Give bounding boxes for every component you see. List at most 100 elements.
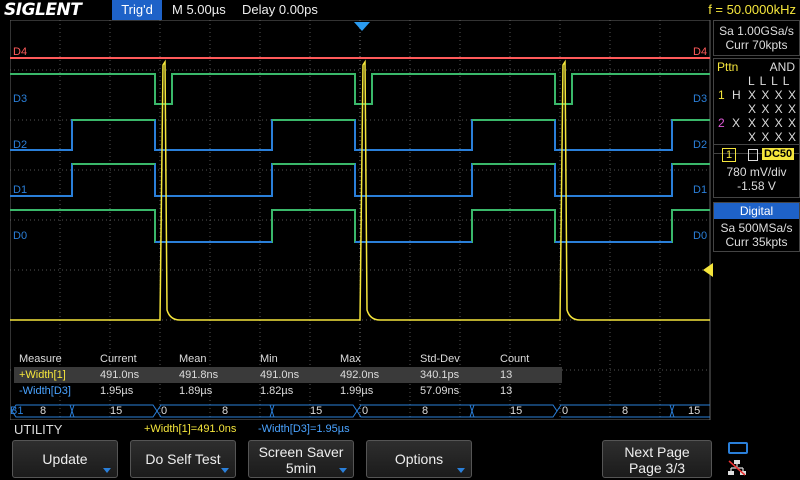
- next-page-label: Next Page: [624, 444, 690, 460]
- trigger-level-marker: [703, 263, 713, 277]
- d2-label-right: D2: [693, 139, 708, 151]
- d4-label-left: D4: [13, 46, 28, 58]
- measure-max: 1.99µs: [340, 385, 374, 397]
- trigger-pattern-panel[interactable]: Pttn AND L L L L 1 H X X X X X X X X 2 X…: [713, 58, 800, 154]
- pattern-row: X X X X: [748, 102, 798, 116]
- top-status-bar: SIGLENT Trig'd M 5.00µs Delay 0.00ps f =…: [0, 0, 800, 20]
- trigger-status[interactable]: Trig'd: [112, 0, 162, 20]
- digital-title: Digital: [714, 203, 799, 219]
- chevron-down-icon: [339, 468, 347, 473]
- d1-label-right: D1: [693, 184, 708, 196]
- table-row[interactable]: +Width[1] 491.0ns 491.8ns 491.0ns 492.0n…: [14, 367, 562, 383]
- bus-value: 15: [510, 405, 523, 417]
- update-label: Update: [42, 451, 88, 467]
- delay-readout[interactable]: Delay 0.00ps: [242, 0, 318, 20]
- bus-value: 8: [422, 405, 429, 417]
- pattern-row: L L L L: [748, 74, 791, 88]
- d4-label-right: D4: [693, 46, 708, 58]
- bus-value: 8: [40, 405, 47, 417]
- page-indicator: Page 3/3: [628, 460, 686, 476]
- chevron-down-icon: [103, 468, 111, 473]
- timebase-readout[interactable]: M 5.00µs: [172, 0, 226, 20]
- screen-saver-button[interactable]: Screen Saver 5min: [248, 440, 354, 478]
- d3-label-right: D3: [693, 93, 708, 105]
- acquisition-info[interactable]: Sa 1.00GSa/s Curr 70kpts: [713, 20, 800, 56]
- brand-logo: SIGLENT: [4, 0, 82, 20]
- measure-count: 13: [500, 369, 513, 381]
- measure-count: 13: [500, 385, 513, 397]
- column-header: Min: [260, 353, 278, 365]
- table-header-row: Measure Current Mean Min Max Std-Dev Cou…: [14, 351, 714, 367]
- trigger-position-marker: [354, 22, 370, 31]
- pattern-ch2-num: 2: [718, 116, 725, 130]
- self-test-button[interactable]: Do Self Test: [130, 440, 236, 478]
- screen-saver-label: Screen Saver: [258, 444, 344, 460]
- d3-label-left: D3: [13, 93, 28, 105]
- next-page-button[interactable]: Next Page Page 3/3: [602, 440, 712, 478]
- network-icon: [728, 460, 746, 476]
- measure-min: 491.0ns: [260, 369, 300, 381]
- column-header: Std-Dev: [420, 353, 460, 365]
- volts-per-div: 780 mV/div: [726, 165, 787, 179]
- pattern-ch1-state: H: [732, 88, 741, 102]
- measurement-table[interactable]: Measure Current Mean Min Max Std-Dev Cou…: [14, 351, 714, 399]
- column-header: Count: [500, 353, 530, 365]
- d2-label-left: D2: [13, 139, 28, 151]
- trigger-level-value: -1.58 V: [737, 179, 776, 193]
- self-test-label: Do Self Test: [145, 451, 221, 467]
- bus-labels: B1 8 15 0 8 15 0 8 15 0 8 15: [0, 405, 713, 419]
- bus-value: 15: [310, 405, 323, 417]
- update-button[interactable]: Update: [12, 440, 118, 478]
- bus-value: 0: [562, 405, 569, 417]
- d1-label-left: D1: [13, 184, 28, 196]
- pattern-logic: AND: [769, 60, 795, 74]
- table-row[interactable]: -Width[D3] 1.95µs 1.89µs 1.82µs 1.99µs 5…: [14, 383, 714, 399]
- bus-value: 8: [222, 405, 229, 417]
- d0-label-left: D0: [13, 230, 28, 242]
- pattern-row: X X X X: [748, 130, 798, 144]
- measure-stddev: 57.09ns: [420, 385, 460, 397]
- coupling-icon: [748, 149, 758, 161]
- measure-name: -Width[D3]: [19, 385, 71, 397]
- digital-sample-rate: Sa 500MSa/s: [720, 221, 793, 235]
- measure-max: 492.0ns: [340, 369, 380, 381]
- pattern-ch2-state: X: [732, 116, 741, 130]
- column-header: Max: [340, 353, 361, 365]
- usb-icon: [728, 442, 748, 454]
- measure-current: 491.0ns: [100, 369, 140, 381]
- measure-mean: 1.89µs: [179, 385, 213, 397]
- bus-value: 15: [110, 405, 123, 417]
- bus-value: 8: [622, 405, 629, 417]
- pattern-ch1-num: 1: [718, 88, 725, 102]
- column-header: Measure: [19, 353, 62, 365]
- d0-label-right: D0: [693, 230, 708, 242]
- bus-value: 15: [688, 405, 701, 417]
- bus-value: 0: [362, 405, 369, 417]
- trigger-source-channel: 1: [722, 148, 737, 162]
- pattern-row: X X X X: [748, 88, 798, 102]
- measurement-readout-2: -Width[D3]=1.95µs: [258, 423, 350, 435]
- measure-name: +Width[1]: [19, 369, 66, 381]
- frequency-counter: f = 50.0000kHz: [708, 2, 796, 17]
- digital-panel[interactable]: Digital Sa 500MSa/s Curr 35kpts: [713, 202, 800, 252]
- measure-mean: 491.8ns: [179, 369, 219, 381]
- options-button[interactable]: Options: [366, 440, 472, 478]
- d0-trace: [10, 209, 710, 243]
- measurement-readout-1: +Width[1]=491.0ns: [144, 423, 237, 435]
- bus-name: B1: [10, 405, 24, 417]
- options-label: Options: [394, 451, 444, 467]
- digital-memory-depth: Curr 35kpts: [725, 235, 788, 249]
- screen-saver-value: 5min: [285, 460, 317, 476]
- trigger-level-panel[interactable]: 1 DC50 780 mV/div -1.58 V: [713, 144, 800, 198]
- pattern-title: Pttn: [717, 60, 739, 74]
- sample-rate: Sa 1.00GSa/s: [719, 24, 794, 38]
- column-header: Current: [100, 353, 137, 365]
- menu-title: UTILITY: [14, 422, 63, 437]
- measure-stddev: 340.1ps: [420, 369, 460, 381]
- right-info-panel: Sa 1.00GSa/s Curr 70kpts Pttn AND L L L …: [713, 20, 800, 440]
- chevron-down-icon: [221, 468, 229, 473]
- measure-current: 1.95µs: [100, 385, 134, 397]
- memory-depth: Curr 70kpts: [725, 38, 788, 52]
- coupling-badge: DC50: [762, 148, 795, 160]
- measure-min: 1.82µs: [260, 385, 294, 397]
